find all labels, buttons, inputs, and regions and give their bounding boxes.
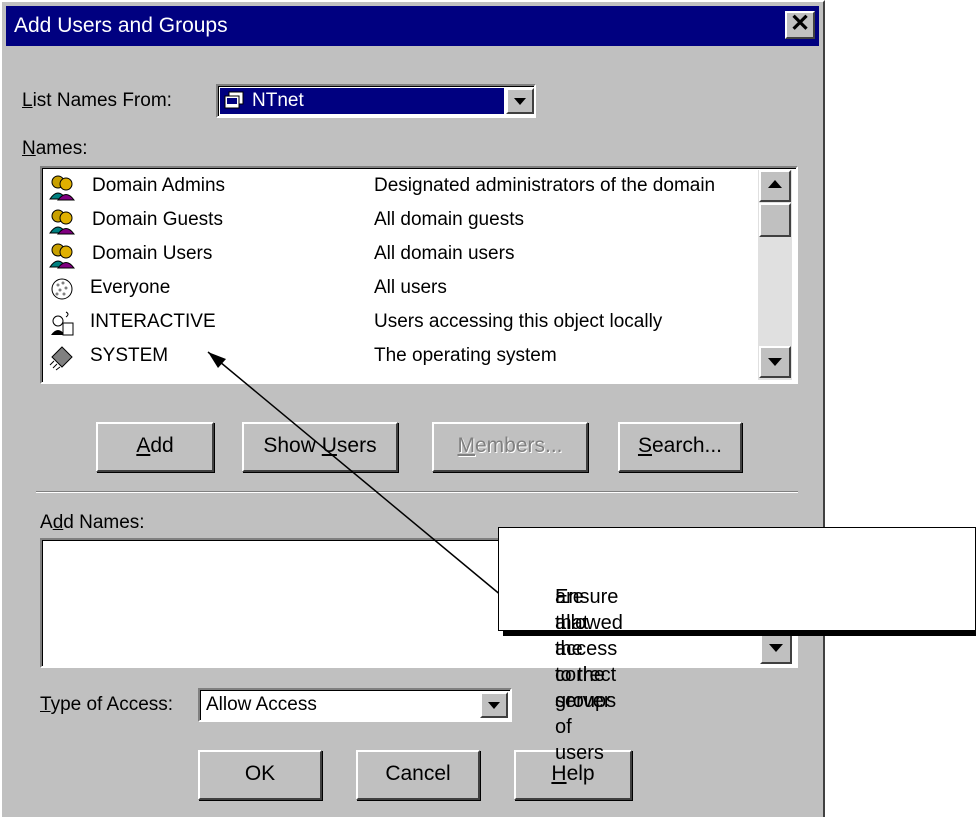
callout-note: Ensure that the correct groups of users a… [498, 527, 976, 764]
callout-line-2: are allowed access to the server [555, 586, 623, 712]
annotation-arrow [207, 351, 503, 597]
